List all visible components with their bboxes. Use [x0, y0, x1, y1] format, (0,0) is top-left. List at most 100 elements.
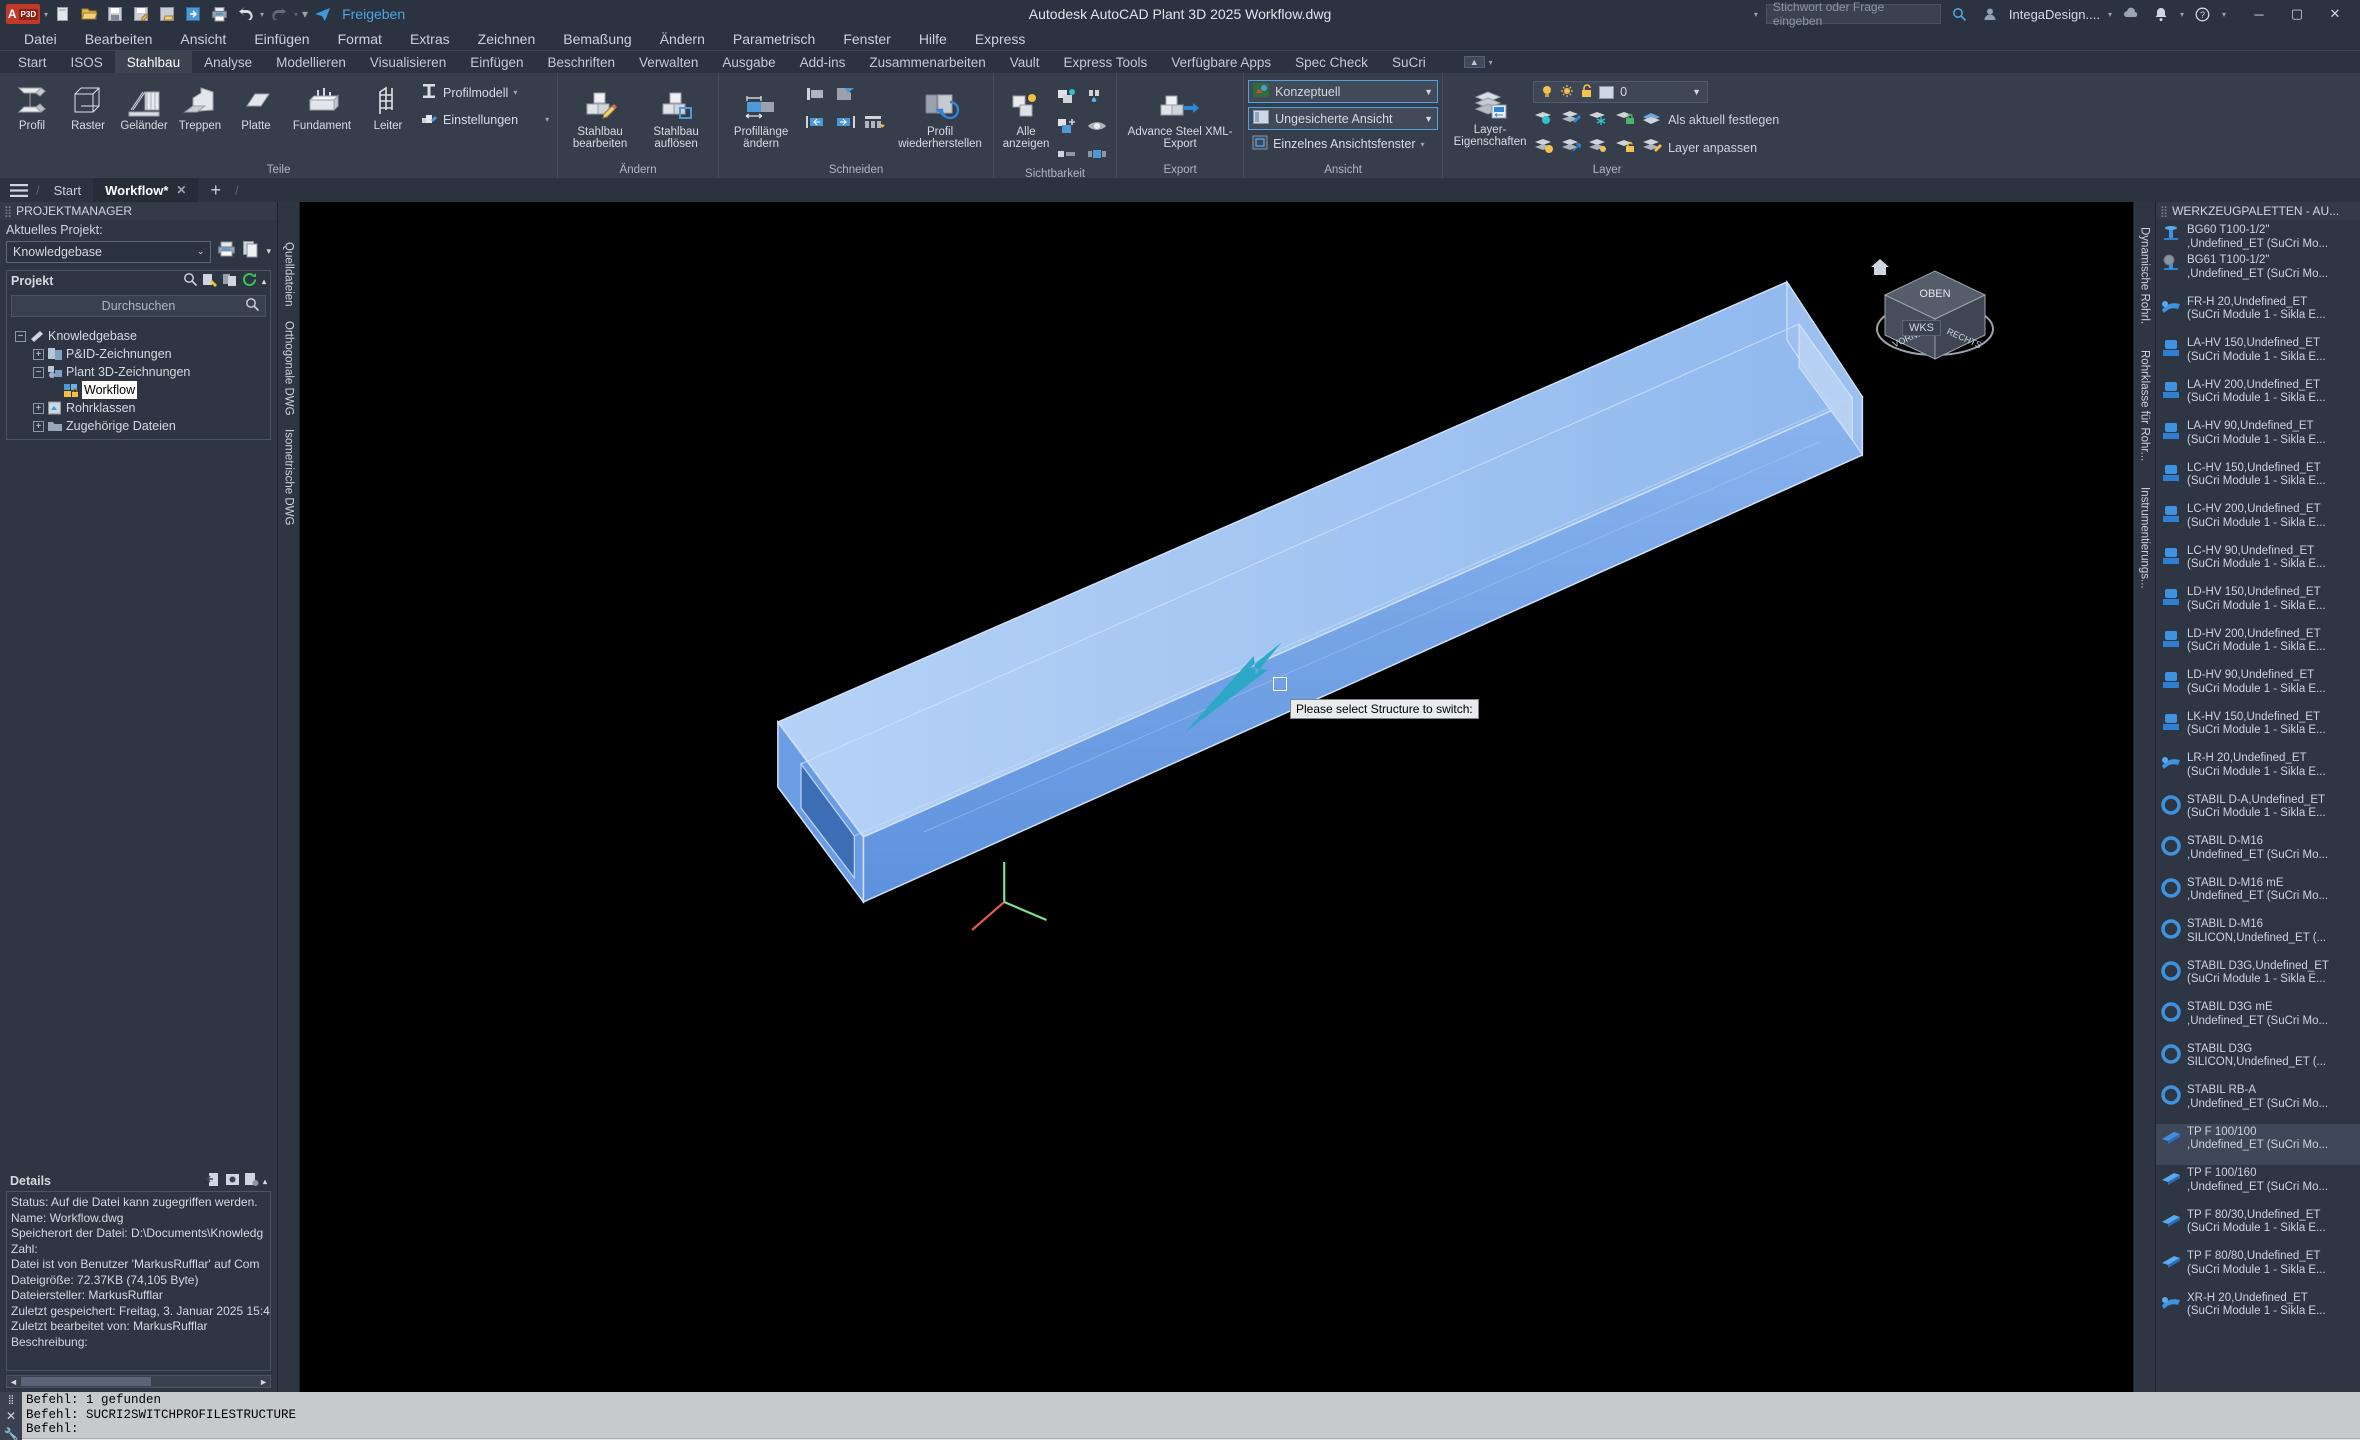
app-logo-icon[interactable]: A P3D [6, 4, 40, 24]
close-icon[interactable]: ✕ [6, 1409, 16, 1423]
layer-match-icon[interactable] [1641, 136, 1663, 159]
undo-chevron-icon[interactable]: ▾ [260, 10, 264, 19]
account-chevron-icon[interactable]: ▾ [2108, 10, 2112, 19]
button-advance-steel-xml-export[interactable]: Advance Steel XML-Export [1121, 81, 1239, 150]
scroll-left-arrow-icon[interactable]: ◄ [7, 1377, 18, 1387]
list-item[interactable]: LA-HV 150,Undefined_ET (SuCri Module 1 -… [2156, 335, 2360, 377]
layer-chevron-icon[interactable]: ▼ [1692, 87, 1701, 97]
button-leiter[interactable]: Leiter [360, 75, 416, 132]
shorten-right-icon[interactable] [834, 114, 856, 135]
unhide-icon[interactable] [1086, 117, 1108, 140]
menu-item-express[interactable]: Express [961, 28, 1040, 50]
layer-thaw-icon[interactable] [1560, 84, 1574, 101]
menu-item-zeichnen[interactable]: Zeichnen [464, 28, 550, 50]
menu-item-extras[interactable]: Extras [396, 28, 464, 50]
list-item[interactable]: STABIL D3G mE ,Undefined_ET (SuCri Mo... [2156, 999, 2360, 1041]
view-dropdown[interactable]: Ungesicherte Ansicht ▼ [1248, 107, 1439, 130]
menu-bar[interactable]: Datei Bearbeiten Ansicht Einfügen Format… [0, 28, 2360, 50]
expander-icon[interactable]: − [15, 330, 26, 342]
account-name[interactable]: IntegaDesign.... [2009, 7, 2100, 22]
minimize-button[interactable]: ─ [2240, 1, 2278, 27]
shorten-left-icon[interactable] [805, 114, 827, 135]
list-item[interactable]: LC-HV 150,Undefined_ET (SuCri Module 1 -… [2156, 460, 2360, 502]
print-project-icon[interactable] [217, 240, 236, 263]
list-item[interactable]: STABIL D-A,Undefined_ET (SuCri Module 1 … [2156, 792, 2360, 834]
help-chevron-icon[interactable]: ▾ [2222, 10, 2226, 19]
tool-palette-items[interactable]: BG60 T100-1/2" ,Undefined_ET (SuCri Mo..… [2156, 220, 2360, 1392]
maximize-button[interactable]: ▢ [2278, 1, 2316, 27]
button-alle-anzeigen[interactable]: Alle anzeigen [998, 81, 1054, 150]
layer-on-all-icon[interactable] [1533, 136, 1555, 159]
tab-zusammenarbeiten[interactable]: Zusammenarbeiten [857, 51, 997, 73]
open-from-web-icon[interactable] [182, 4, 204, 24]
list-item[interactable]: LA-HV 200,Undefined_ET (SuCri Module 1 -… [2156, 377, 2360, 419]
current-project-combo[interactable]: Knowledgebase ⌄ [6, 240, 212, 263]
app-menu-chevron-icon[interactable]: ▾ [44, 10, 48, 19]
tree-node-workflow[interactable]: Workflow [15, 381, 266, 399]
profilmodell-chevron-icon[interactable]: ▾ [513, 88, 517, 97]
tab-ausgabe[interactable]: Ausgabe [710, 51, 787, 73]
redo-chevron-icon[interactable]: ▾ [294, 10, 298, 19]
right-side-tabs[interactable]: Dynamische Rohrl. Rohrklasse für Rohr...… [2133, 202, 2155, 1392]
drawing-canvas[interactable]: Please select Structure to switch: OBEN … [300, 202, 2133, 1392]
layer-thaw-all-icon[interactable] [1587, 136, 1609, 159]
refresh-icon[interactable] [242, 272, 258, 290]
button-einstellungen[interactable]: Einstellungen ▾ [416, 106, 553, 133]
save-icon[interactable] [104, 4, 126, 24]
scroll-right-arrow-icon[interactable]: ► [259, 1377, 270, 1387]
file-tab-start[interactable]: Start [42, 178, 93, 202]
side-tab-orthogonale-dwg[interactable]: Orthogonale DWG [283, 321, 295, 416]
hide-icon[interactable] [1086, 87, 1108, 110]
tree-node-plant3d[interactable]: − Plant 3D-Zeichnungen [15, 363, 266, 381]
help-search-input[interactable]: Stichwort oder Frage eingeben [1765, 0, 1941, 28]
show-selected-icon[interactable] [1056, 147, 1078, 166]
chevron-down-icon[interactable]: ⌄ [197, 246, 205, 257]
redo-icon[interactable] [268, 4, 290, 24]
list-item[interactable]: STABIL D-M16 SILICON,Undefined_ET (... [2156, 916, 2360, 958]
tab-analyse[interactable]: Analyse [192, 51, 264, 73]
list-item[interactable]: TP F 80/30,Undefined_ET (SuCri Module 1 … [2156, 1207, 2360, 1249]
menu-item-bemassung[interactable]: Bemaßung [549, 28, 645, 50]
einstellungen-chevron-icon[interactable]: ▾ [545, 115, 549, 124]
list-item[interactable]: TP F 100/100 ,Undefined_ET (SuCri Mo... [2156, 1123, 2360, 1165]
menu-item-bearbeiten[interactable]: Bearbeiten [71, 28, 167, 50]
tab-modellieren[interactable]: Modellieren [264, 51, 358, 73]
application-menu-icon[interactable] [4, 178, 34, 202]
list-item[interactable]: LC-HV 90,Undefined_ET (SuCri Module 1 - … [2156, 543, 2360, 585]
save-as-icon[interactable] [130, 4, 152, 24]
menu-item-format[interactable]: Format [324, 28, 396, 50]
list-item[interactable]: LA-HV 90,Undefined_ET (SuCri Module 1 - … [2156, 418, 2360, 460]
drag-grip-icon[interactable]: ⣿ [4, 205, 12, 218]
tab-express-tools[interactable]: Express Tools [1052, 51, 1160, 73]
open-icon[interactable] [78, 4, 100, 24]
tab-sucri[interactable]: SuCri [1380, 51, 1438, 73]
share-plane-icon[interactable] [312, 4, 334, 24]
tree-node-pid[interactable]: + P&ID-Zeichnungen [15, 345, 266, 363]
current-layer-box[interactable]: 0 ▼ [1533, 81, 1709, 103]
menu-item-fenster[interactable]: Fenster [829, 28, 904, 50]
ribbon-tab-bar[interactable]: Start ISOS Stahlbau Analyse Modellieren … [0, 51, 2360, 73]
view-chevron-icon[interactable]: ▼ [1424, 114, 1433, 124]
drag-grip-icon[interactable]: ⣿ [2160, 205, 2168, 218]
list-item[interactable]: STABIL D3G SILICON,Undefined_ET (... [2156, 1041, 2360, 1083]
menu-item-einfuegen[interactable]: Einfügen [240, 28, 323, 50]
viewport-config-chevron-icon[interactable]: ▾ [1421, 140, 1425, 149]
side-tab-dynamische-rohrleitung[interactable]: Dynamische Rohrl. [2139, 227, 2151, 324]
new-icon[interactable] [52, 4, 74, 24]
tab-stahlbau[interactable]: Stahlbau [114, 51, 193, 73]
button-treppen[interactable]: Treppen [172, 75, 228, 132]
search-icon[interactable] [1949, 4, 1971, 24]
avatar-icon[interactable] [1979, 4, 2001, 24]
print-icon[interactable] [208, 4, 230, 24]
file-tab-bar[interactable]: / Start Workflow* ✕ + / [0, 178, 2360, 202]
add-to-selection-icon[interactable] [1056, 117, 1078, 140]
help-icon[interactable]: ? [2192, 4, 2214, 24]
list-item[interactable]: TP F 80/80,Undefined_ET (SuCri Module 1 … [2156, 1248, 2360, 1290]
search-icon-inline[interactable] [245, 297, 260, 315]
list-item[interactable]: LD-HV 200,Undefined_ET (SuCri Module 1 -… [2156, 626, 2360, 668]
menu-item-parametrisch[interactable]: Parametrisch [719, 28, 829, 50]
miter-cut-icon[interactable] [835, 85, 857, 108]
view-cube[interactable]: OBEN VORNE RECHTS [1843, 237, 1994, 360]
tab-beschriften[interactable]: Beschriften [536, 51, 628, 73]
list-item[interactable]: LR-H 20,Undefined_ET (SuCri Module 1 - S… [2156, 750, 2360, 792]
